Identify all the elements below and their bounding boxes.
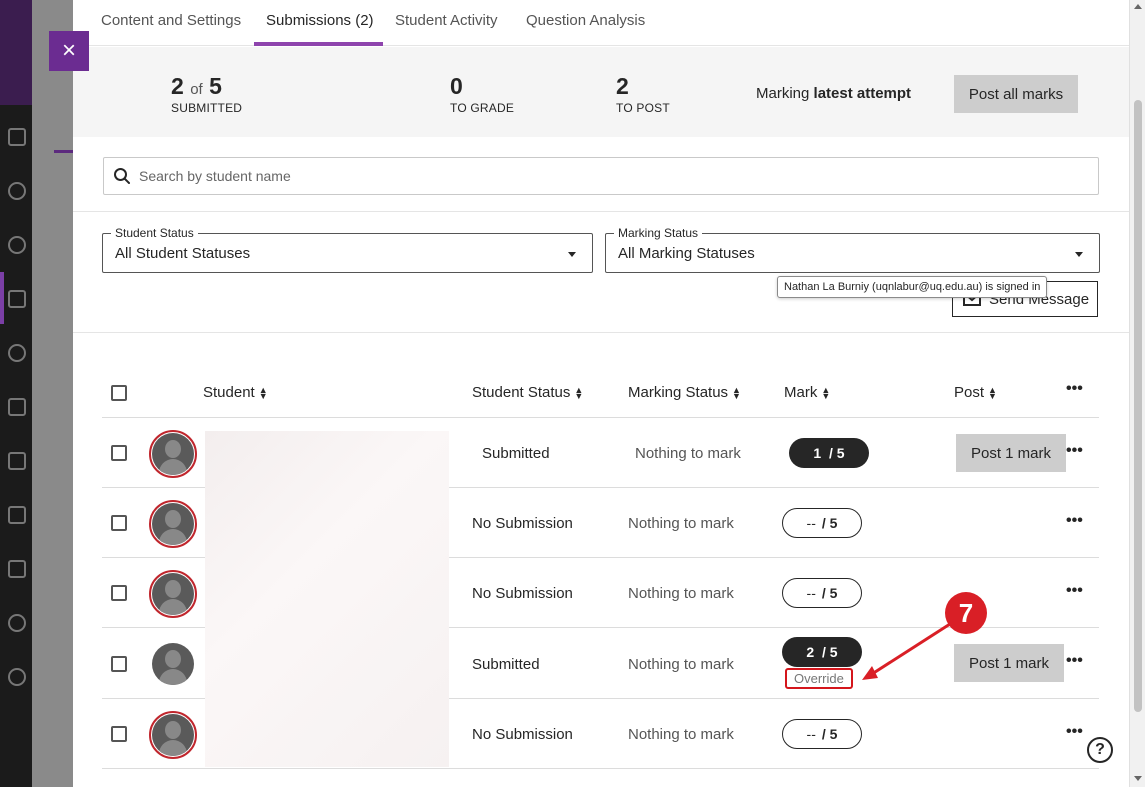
annotation-step-badge: 7 bbox=[945, 592, 987, 634]
annotation-arrow bbox=[862, 622, 951, 680]
